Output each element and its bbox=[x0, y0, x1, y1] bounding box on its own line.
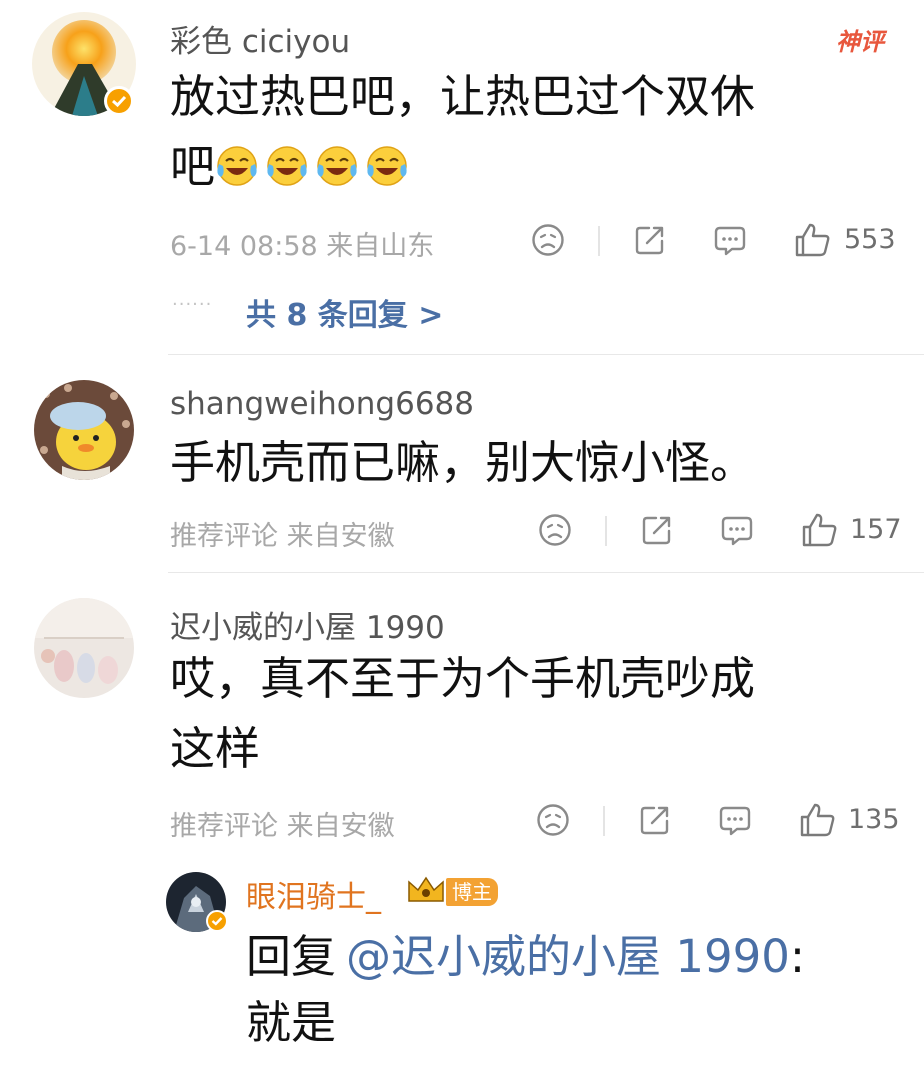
reply-text-line: 回复 @迟小威的小屋 1990: bbox=[246, 924, 906, 990]
comment-divider bbox=[168, 572, 924, 573]
comment-text-tail: 吧 bbox=[170, 140, 216, 193]
comment-text-line: 吧 bbox=[170, 132, 890, 202]
reply-comment-icon[interactable] bbox=[719, 512, 755, 552]
reply-text-line: 就是 bbox=[246, 996, 337, 1049]
dislike-icon[interactable] bbox=[537, 512, 573, 552]
share-icon[interactable] bbox=[632, 222, 668, 262]
hot-comment-badge: 神评 bbox=[836, 28, 884, 56]
comment-text: 哎，真不至于为个手机壳吵成 这样 bbox=[170, 644, 890, 784]
like-icon[interactable] bbox=[800, 510, 840, 554]
share-icon[interactable] bbox=[639, 512, 675, 552]
laugh-cry-emoji-icon bbox=[265, 138, 309, 186]
comment-meta: 推荐评论 来自安徽 bbox=[170, 521, 395, 552]
comment-text: 放过热巴吧，让热巴过个双休 吧 bbox=[170, 62, 890, 202]
comment-meta: 6-14 08:58 来自山东 bbox=[170, 231, 435, 262]
dislike-icon[interactable] bbox=[535, 802, 571, 842]
comment-username[interactable]: shangweihong6688 bbox=[170, 386, 474, 422]
like-icon[interactable] bbox=[798, 800, 838, 844]
avatar[interactable] bbox=[34, 598, 134, 698]
like-count: 553 bbox=[844, 224, 896, 255]
like-count: 135 bbox=[848, 804, 900, 835]
reply-prefix: 回复 bbox=[246, 930, 337, 983]
comment-username[interactable]: 迟小威的小屋 1990 bbox=[170, 602, 445, 647]
action-separator bbox=[605, 516, 607, 546]
verified-badge-icon bbox=[104, 86, 134, 116]
dislike-icon[interactable] bbox=[530, 222, 566, 262]
comment-text-line: 放过热巴吧，让热巴过个双休 bbox=[170, 70, 756, 123]
like-icon[interactable] bbox=[793, 220, 833, 264]
avatar[interactable] bbox=[34, 380, 134, 480]
comment-meta: 推荐评论 来自安徽 bbox=[170, 811, 395, 842]
view-replies-link[interactable]: 共 8 条回复 > bbox=[246, 290, 443, 334]
reply-text: 回复 @迟小威的小屋 1990: 就是 bbox=[246, 924, 906, 1056]
replies-dots: ······ bbox=[172, 294, 213, 315]
laugh-cry-emoji-icon bbox=[215, 138, 259, 186]
mention-link[interactable]: @迟小威的小屋 1990 bbox=[346, 930, 790, 983]
laugh-cry-emoji-icon bbox=[365, 138, 409, 186]
comment-text-line: 哎，真不至于为个手机壳吵成 bbox=[170, 652, 756, 705]
reply-comment-icon[interactable] bbox=[717, 802, 753, 842]
reply-comment-icon[interactable] bbox=[712, 222, 748, 262]
like-count: 157 bbox=[850, 514, 902, 545]
crown-icon bbox=[406, 874, 446, 906]
action-separator bbox=[603, 806, 605, 836]
reply-username[interactable]: 眼泪骑士_ bbox=[246, 872, 381, 916]
verified-badge-icon bbox=[206, 910, 228, 932]
action-separator bbox=[598, 226, 600, 256]
share-icon[interactable] bbox=[637, 802, 673, 842]
comment-divider bbox=[168, 354, 924, 355]
laugh-cry-emoji-icon bbox=[315, 138, 359, 186]
comment-text: 手机壳而已嘛，别大惊小怪。 bbox=[170, 436, 756, 489]
comment-username[interactable]: 彩色 ciciyou bbox=[170, 16, 350, 61]
blogger-badge: 博主 bbox=[446, 878, 498, 906]
reply-colon: : bbox=[789, 930, 806, 983]
comment-text-line: 这样 bbox=[170, 722, 261, 775]
